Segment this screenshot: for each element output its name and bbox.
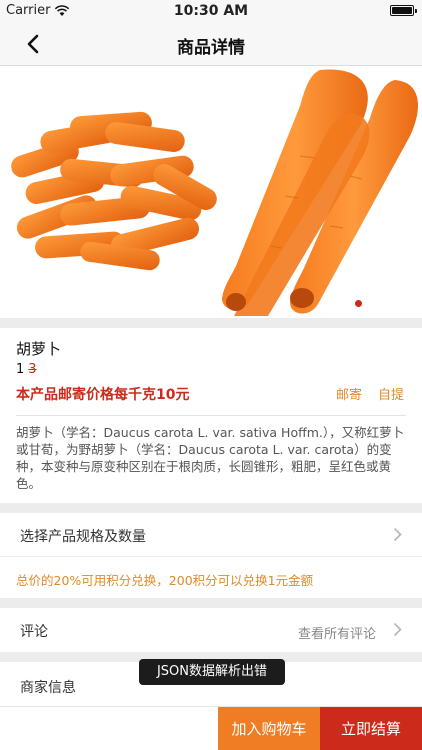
- points-note: 总价的20%可用积分兑换，200积分可以兑换1元金额: [16, 573, 314, 588]
- section-gap: [0, 598, 422, 608]
- error-toast: JSON数据解析出错: [139, 659, 285, 685]
- section-gap: [0, 503, 422, 513]
- status-bar: Carrier 10:30 AM: [0, 0, 422, 22]
- add-to-cart-button[interactable]: 加入购物车: [218, 707, 320, 750]
- shipping-promo: 本产品邮寄价格每千克10元: [16, 387, 190, 403]
- divider: [16, 415, 406, 416]
- carousel-dot-active[interactable]: [355, 300, 362, 307]
- points-note-row: 总价的20%可用积分兑换，200积分可以兑换1元金额: [0, 557, 422, 598]
- checkout-button[interactable]: 立即结算: [320, 707, 422, 750]
- current-price: 1: [16, 362, 25, 377]
- battery-icon: [390, 5, 417, 16]
- status-time: 10:30 AM: [173, 3, 249, 19]
- reviews-row[interactable]: 评论 查看所有评论: [0, 608, 422, 652]
- reviews-label: 评论: [20, 624, 48, 640]
- product-image-carousel[interactable]: [0, 66, 422, 318]
- navigation-bar: 商品详情: [0, 22, 422, 66]
- spec-label: 选择产品规格及数量: [20, 529, 146, 545]
- product-name: 胡萝卜: [16, 340, 62, 358]
- carrots-photo: [11, 69, 418, 316]
- page-title: 商品详情: [177, 38, 245, 58]
- product-info: 胡萝卜 13 本产品邮寄价格每千克10元 邮寄 自提 胡萝卜（学名：Daucus…: [0, 328, 422, 503]
- section-gap: [0, 318, 422, 328]
- chevron-right-icon: [393, 622, 402, 637]
- merchant-label: 商家信息: [20, 680, 76, 696]
- select-spec-quantity-row[interactable]: 选择产品规格及数量: [0, 513, 422, 557]
- ship-by-mail-option[interactable]: 邮寄: [336, 384, 362, 403]
- price-row: 13: [16, 362, 37, 377]
- bottom-action-bar: 加入购物车 立即结算: [0, 706, 422, 750]
- view-all-reviews-link[interactable]: 查看所有评论: [298, 623, 376, 642]
- self-pickup-option[interactable]: 自提: [378, 384, 404, 403]
- chevron-right-icon: [393, 527, 402, 542]
- original-price: 3: [28, 362, 37, 377]
- product-description: 胡萝卜（学名：Daucus carota L. var. sativa Hoff…: [16, 425, 405, 491]
